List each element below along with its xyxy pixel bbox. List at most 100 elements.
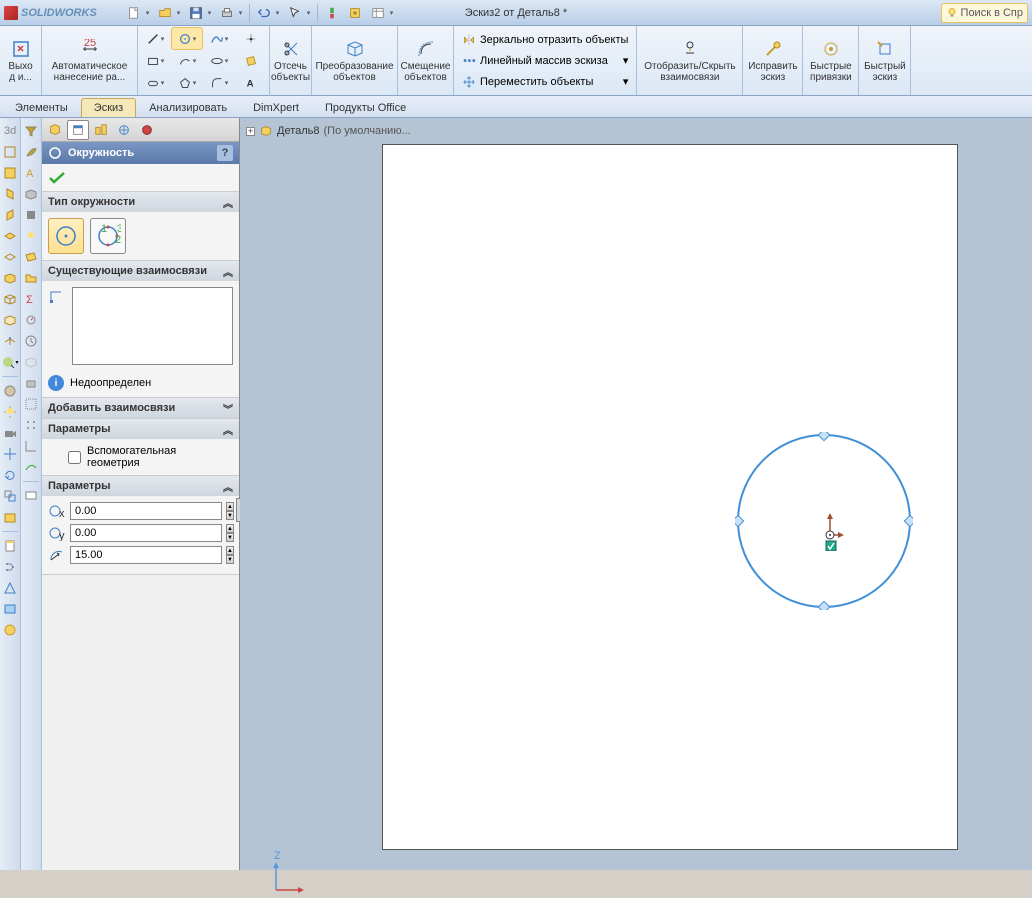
arc-tool[interactable]: ▾ xyxy=(172,50,202,71)
expand-icon[interactable]: + xyxy=(246,127,255,136)
text-tool[interactable]: A xyxy=(236,72,266,93)
mirror-entities-button[interactable]: Зеркально отразить объекты xyxy=(458,29,632,50)
spline-tool[interactable]: ▾ xyxy=(204,28,234,49)
dropdown-icon[interactable]: ▾ xyxy=(276,9,283,17)
fm-folder-icon[interactable] xyxy=(22,269,40,287)
save-button[interactable] xyxy=(185,3,207,23)
print-button[interactable] xyxy=(216,3,238,23)
tree-icon[interactable] xyxy=(1,558,19,576)
fm-curve-icon[interactable] xyxy=(22,458,40,476)
spin-up-button[interactable]: ▲ xyxy=(226,546,234,555)
fm-feather-icon[interactable] xyxy=(22,143,40,161)
polygon-tool[interactable]: ▾ xyxy=(172,72,202,93)
fm-annotations-icon[interactable]: A xyxy=(22,164,40,182)
center-circle-button[interactable] xyxy=(48,218,84,254)
undo-button[interactable] xyxy=(253,3,275,23)
trimetric-icon[interactable] xyxy=(1,290,19,308)
front-view-icon[interactable] xyxy=(1,143,19,161)
spin-up-button[interactable]: ▲ xyxy=(226,502,234,511)
trim-button[interactable]: Отсечь объекты xyxy=(270,26,312,95)
tab-evaluate[interactable]: Анализировать xyxy=(136,98,240,117)
3d-views-icon[interactable]: 3d xyxy=(1,122,19,140)
quick-snaps-button[interactable]: Быстрые привязки xyxy=(803,26,859,95)
line-tool[interactable]: ▾ xyxy=(140,28,170,49)
offset-entities-button[interactable]: Смещение объектов xyxy=(398,26,454,95)
pm-help-button[interactable]: ? xyxy=(217,145,233,161)
fm-display-icon[interactable] xyxy=(22,487,40,505)
convert-entities-button[interactable]: Преобразование объектов xyxy=(312,26,398,95)
spin-up-button[interactable]: ▲ xyxy=(226,524,234,533)
left-view-icon[interactable] xyxy=(1,185,19,203)
drawing-sheet[interactable] xyxy=(382,144,958,850)
doc-icon[interactable] xyxy=(1,537,19,555)
back-view-icon[interactable] xyxy=(1,164,19,182)
point-tool[interactable] xyxy=(236,28,266,49)
fm-pattern-icon[interactable] xyxy=(22,416,40,434)
dimetric-icon[interactable] xyxy=(1,311,19,329)
linear-pattern-button[interactable]: Линейный массив эскиза▾ xyxy=(458,50,632,71)
render-icon[interactable] xyxy=(1,621,19,639)
right-view-icon[interactable] xyxy=(1,206,19,224)
section-header[interactable]: Существующие взаимосвязи︽ xyxy=(42,261,239,281)
scale-icon[interactable] xyxy=(1,487,19,505)
fm-block-icon[interactable] xyxy=(22,374,40,392)
display-relations-button[interactable]: Отобразить/Скрыть взаимосвязи xyxy=(637,26,743,95)
section-header[interactable]: Тип окружности︽ xyxy=(42,192,239,212)
slot-tool[interactable]: ▾ xyxy=(140,72,170,93)
plane-tool[interactable] xyxy=(236,50,266,71)
tab-office[interactable]: Продукты Office xyxy=(312,98,419,117)
pm-tab-dimxpert-manager[interactable] xyxy=(113,120,135,140)
fm-history-icon[interactable] xyxy=(22,332,40,350)
fm-cube-icon[interactable] xyxy=(22,353,40,371)
top-view-icon[interactable] xyxy=(1,227,19,245)
dropdown-icon[interactable]: ▾ xyxy=(239,9,246,17)
ellipse-tool[interactable]: ▾ xyxy=(204,50,234,71)
perimeter-circle-button[interactable]: 123 xyxy=(90,218,126,254)
center-y-input[interactable] xyxy=(70,524,222,542)
pm-tab-property-manager[interactable] xyxy=(67,120,89,140)
repair-sketch-button[interactable]: Исправить эскиз xyxy=(743,26,803,95)
fillet-tool[interactable]: ▾ xyxy=(204,72,234,93)
construction-checkbox[interactable] xyxy=(68,451,81,464)
pm-tab-config-manager[interactable] xyxy=(90,120,112,140)
rapid-sketch-button[interactable]: Быстрый эскиз xyxy=(859,26,911,95)
fm-equations-icon[interactable]: Σ xyxy=(22,290,40,308)
fm-filter-icon[interactable] xyxy=(22,122,40,140)
fm-sensor-icon[interactable] xyxy=(22,311,40,329)
spin-down-button[interactable]: ▼ xyxy=(226,555,234,564)
fm-lights-icon[interactable] xyxy=(22,227,40,245)
camera-icon[interactable] xyxy=(1,424,19,442)
pm-ok-button[interactable] xyxy=(48,171,66,185)
normal-to-icon[interactable] xyxy=(1,332,19,350)
fm-sketch-icon[interactable] xyxy=(22,395,40,413)
smart-dimension-button[interactable]: 25 Автоматическое нанесение ра... xyxy=(42,26,138,95)
origin-icon[interactable] xyxy=(1,579,19,597)
section-header[interactable]: Добавить взаимосвязи︾ xyxy=(42,398,239,418)
light-icon[interactable] xyxy=(1,403,19,421)
pm-tab-feature-tree[interactable] xyxy=(44,120,66,140)
new-doc-button[interactable] xyxy=(123,3,145,23)
help-search[interactable]: Поиск в Спр xyxy=(941,3,1028,23)
exit-sketch-button[interactable]: Выхо д и... xyxy=(0,26,42,95)
dropdown-icon[interactable]: ▾ xyxy=(208,9,215,17)
bottom-view-icon[interactable] xyxy=(1,248,19,266)
move-icon[interactable] xyxy=(1,445,19,463)
fm-plane-icon[interactable] xyxy=(22,248,40,266)
decal-icon[interactable] xyxy=(1,600,19,618)
spin-down-button[interactable]: ▼ xyxy=(226,511,234,520)
dropdown-icon[interactable]: ▾ xyxy=(146,9,153,17)
center-x-input[interactable] xyxy=(70,502,222,520)
feature-works-icon[interactable] xyxy=(1,508,19,526)
options-button[interactable] xyxy=(344,3,366,23)
dropdown-icon[interactable]: ▾ xyxy=(307,9,314,17)
circle-tool[interactable]: ▾ xyxy=(172,28,202,49)
rotate-icon[interactable] xyxy=(1,466,19,484)
dropdown-icon[interactable]: ▾ xyxy=(390,9,397,17)
fm-material-icon[interactable] xyxy=(22,206,40,224)
fm-solid-icon[interactable] xyxy=(22,185,40,203)
rectangle-tool[interactable]: ▾ xyxy=(140,50,170,71)
section-header[interactable]: Параметры︽ xyxy=(42,476,239,496)
radius-input[interactable] xyxy=(70,546,222,564)
feature-tree-flyout[interactable]: + Деталь8 (По умолчанию... xyxy=(246,124,411,138)
sphere-icon[interactable] xyxy=(1,382,19,400)
